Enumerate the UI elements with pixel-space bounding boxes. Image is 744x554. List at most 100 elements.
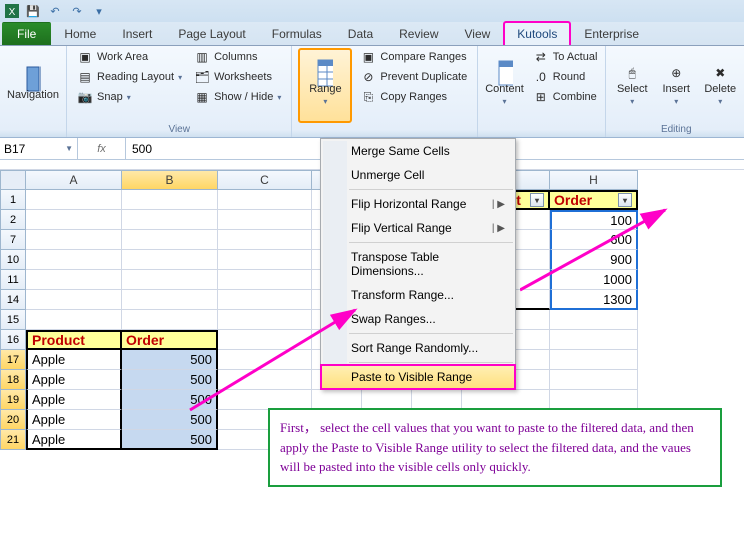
- cell[interactable]: [218, 230, 312, 250]
- to-actual-button[interactable]: ⇄To Actual: [529, 48, 602, 66]
- row-header[interactable]: 1: [0, 190, 26, 210]
- copy-ranges-button[interactable]: ⎘Copy Ranges: [356, 88, 471, 106]
- cell[interactable]: [122, 270, 218, 290]
- row-header[interactable]: 18: [0, 370, 26, 390]
- cell[interactable]: 500: [122, 410, 218, 430]
- cell[interactable]: [218, 190, 312, 210]
- column-header-c[interactable]: C: [218, 170, 312, 190]
- menu-item[interactable]: Transform Range...: [321, 283, 515, 307]
- cell[interactable]: [218, 250, 312, 270]
- cell[interactable]: [218, 270, 312, 290]
- cell[interactable]: [122, 230, 218, 250]
- row-header[interactable]: 11: [0, 270, 26, 290]
- cell[interactable]: 900: [550, 250, 638, 270]
- column-header-b[interactable]: B: [122, 170, 218, 190]
- range-button[interactable]: Range ▾: [298, 48, 352, 123]
- cell[interactable]: [26, 230, 122, 250]
- row-header[interactable]: 10: [0, 250, 26, 270]
- cell[interactable]: Apple: [26, 430, 122, 450]
- compare-ranges-button[interactable]: ▣Compare Ranges: [356, 48, 471, 66]
- cell[interactable]: Order: [122, 330, 218, 350]
- name-box[interactable]: B17▼: [0, 138, 78, 159]
- row-header[interactable]: 17: [0, 350, 26, 370]
- navigation-button[interactable]: Navigation: [6, 48, 60, 123]
- row-header[interactable]: 16: [0, 330, 26, 350]
- cell[interactable]: [26, 250, 122, 270]
- cell[interactable]: 500: [122, 350, 218, 370]
- cell[interactable]: [218, 330, 312, 350]
- cell[interactable]: Order▾: [550, 190, 638, 210]
- cell[interactable]: [218, 350, 312, 370]
- cell[interactable]: [122, 290, 218, 310]
- menu-item[interactable]: Flip Horizontal Range| ▶: [321, 192, 515, 216]
- menu-item[interactable]: Paste to Visible Range: [320, 364, 516, 390]
- cell[interactable]: [550, 370, 638, 390]
- prevent-duplicate-button[interactable]: ⊘Prevent Duplicate: [356, 68, 471, 86]
- qat-customize-icon[interactable]: ▾: [90, 3, 108, 19]
- row-header[interactable]: 20: [0, 410, 26, 430]
- cell[interactable]: [122, 190, 218, 210]
- cell[interactable]: [412, 390, 462, 410]
- cell[interactable]: [122, 310, 218, 330]
- tab-enterprise[interactable]: Enterprise: [571, 22, 652, 45]
- menu-item[interactable]: Sort Range Randomly...: [321, 336, 515, 360]
- cell[interactable]: Product: [26, 330, 122, 350]
- delete-button[interactable]: ✖Delete▾: [700, 48, 740, 123]
- cell[interactable]: [550, 350, 638, 370]
- cell[interactable]: 500: [122, 430, 218, 450]
- cell[interactable]: Apple: [26, 370, 122, 390]
- cell[interactable]: [550, 330, 638, 350]
- redo-icon[interactable]: ↷: [68, 3, 86, 19]
- tab-kutools[interactable]: Kutools: [503, 21, 571, 45]
- row-header[interactable]: 19: [0, 390, 26, 410]
- tab-review[interactable]: Review: [386, 22, 451, 45]
- insert-button[interactable]: ⊕Insert▾: [656, 48, 696, 123]
- tab-data[interactable]: Data: [335, 22, 386, 45]
- cell[interactable]: 1000: [550, 270, 638, 290]
- cell[interactable]: [462, 390, 550, 410]
- cell[interactable]: [26, 190, 122, 210]
- tab-file[interactable]: File: [2, 22, 51, 45]
- work-area-button[interactable]: ▣Work Area: [73, 48, 186, 66]
- snap-button[interactable]: 📷Snap▾: [73, 88, 186, 106]
- cell[interactable]: 600: [550, 230, 638, 250]
- row-header[interactable]: 2: [0, 210, 26, 230]
- row-header[interactable]: 21: [0, 430, 26, 450]
- columns-button[interactable]: ▥Columns: [190, 48, 285, 66]
- cell[interactable]: [26, 210, 122, 230]
- reading-layout-button[interactable]: ▤Reading Layout▾: [73, 68, 186, 86]
- row-header[interactable]: 14: [0, 290, 26, 310]
- cell[interactable]: 500: [122, 390, 218, 410]
- row-header[interactable]: 15: [0, 310, 26, 330]
- cell[interactable]: [218, 370, 312, 390]
- cell[interactable]: [26, 310, 122, 330]
- cell[interactable]: Apple: [26, 390, 122, 410]
- cell[interactable]: [122, 250, 218, 270]
- fx-button[interactable]: fx: [78, 138, 126, 159]
- tab-page-layout[interactable]: Page Layout: [165, 22, 258, 45]
- filter-icon[interactable]: ▾: [618, 193, 632, 207]
- cell[interactable]: Apple: [26, 410, 122, 430]
- cell[interactable]: 100: [550, 210, 638, 230]
- column-header-a[interactable]: A: [26, 170, 122, 190]
- undo-icon[interactable]: ↶: [46, 3, 64, 19]
- tab-formulas[interactable]: Formulas: [259, 22, 335, 45]
- menu-item[interactable]: Transpose Table Dimensions...: [321, 245, 515, 283]
- tab-insert[interactable]: Insert: [109, 22, 165, 45]
- cell[interactable]: [218, 290, 312, 310]
- chevron-down-icon[interactable]: ▼: [65, 144, 73, 153]
- cell[interactable]: [550, 310, 638, 330]
- round-button[interactable]: .0Round: [529, 68, 602, 86]
- cell[interactable]: [26, 270, 122, 290]
- select-all-corner[interactable]: [0, 170, 26, 190]
- save-icon[interactable]: 💾: [24, 3, 42, 19]
- filter-icon[interactable]: ▾: [530, 193, 544, 207]
- select-button[interactable]: 🖱Select▾: [612, 48, 652, 123]
- tab-home[interactable]: Home: [51, 22, 109, 45]
- cell[interactable]: [550, 390, 638, 410]
- cell[interactable]: [122, 210, 218, 230]
- cell[interactable]: 1300: [550, 290, 638, 310]
- cell[interactable]: [218, 210, 312, 230]
- menu-item[interactable]: Unmerge Cell: [321, 163, 515, 187]
- combine-button[interactable]: ⊞Combine: [529, 88, 602, 106]
